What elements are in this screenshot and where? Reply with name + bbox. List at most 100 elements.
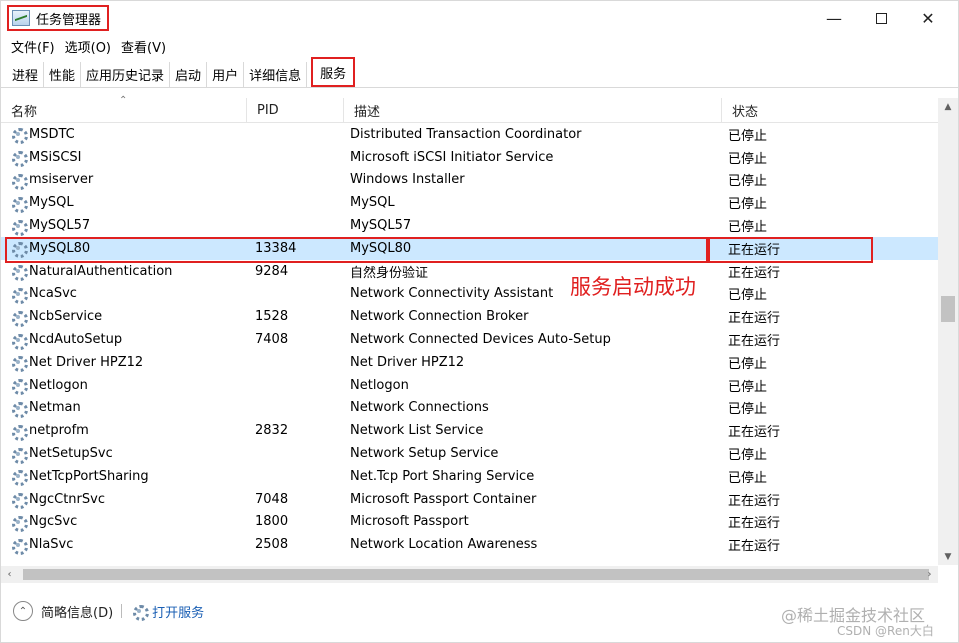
table-row[interactable]: MSDTC Distributed Transaction Coordinator… [1,123,938,146]
table-row[interactable]: msiserver Windows Installer 已停止 [1,169,938,192]
tab-processes[interactable]: 进程 [7,62,45,87]
table-row[interactable]: NcbService 1528 Network Connection Broker 正… [1,305,938,328]
task-manager-window: 任务管理器 — ✕ 文件(F) 选项(O) 查看(V) 进程 性能 应用历史记录… [0,0,959,643]
fewer-details-link[interactable]: 简略信息(D) [41,602,113,621]
table-row[interactable]: netprofm 2832 Network List Service 正在运行 [1,419,938,442]
service-pid [247,351,344,374]
column-status[interactable]: 状态 [722,98,938,123]
table-row[interactable]: NcdAutoSetup 7408 Network Connected Device… [1,328,938,351]
watermark-csdn: CSDN @Ren大白 [837,624,934,638]
column-pid[interactable]: PID [247,98,344,123]
chevron-up-icon[interactable]: ⌃ [13,601,33,621]
service-name: msiserver [29,172,94,188]
service-pid: 7408 [255,332,289,348]
service-name: NcaSvc [29,286,77,302]
services-gear-icon [132,604,150,621]
maximize-icon [875,12,887,24]
table-row[interactable]: MySQL57 MySQL57 已停止 [1,214,938,237]
vertical-scroll-thumb[interactable] [941,296,955,322]
service-gear-icon [11,515,28,532]
tab-performance[interactable]: 性能 [44,62,82,87]
service-name-cell: NgcSvc [1,511,247,534]
table-row[interactable]: Netman Network Connections 已停止 [1,397,938,420]
service-description: MySQL57 [350,218,412,234]
table-row[interactable]: MySQL MySQL 已停止 [1,191,938,214]
table-row[interactable]: NetSetupSvc Network Setup Service 已停止 [1,442,938,465]
table-row[interactable]: MSiSCSI Microsoft iSCSI Initiator Service… [1,146,938,169]
scroll-right-arrow-icon[interactable]: › [921,566,938,583]
table-row[interactable]: Net Driver HPZ12 Net Driver HPZ12 已停止 [1,351,938,374]
service-name: NetTcpPortSharing [29,468,149,484]
service-pid [247,123,344,146]
service-status: 正在运行 [728,539,781,555]
table-row[interactable]: NlaSvc 2508 Network Location Awareness 正在运行 [1,533,938,556]
service-description: Network List Service [350,423,484,439]
table-row[interactable]: NaturalAuthentication 9284 自然身份验证 正在运行 [1,260,938,283]
close-button[interactable]: ✕ [905,1,951,35]
column-description[interactable]: 描述 [344,98,722,123]
service-name-cell: NcaSvc [1,283,247,306]
service-description: Distributed Transaction Coordinator [350,126,582,142]
service-name-cell: NgcCtnrSvc [1,488,247,511]
menu-view[interactable]: 查看(V) [121,37,166,56]
minimize-button[interactable]: — [811,1,857,35]
footer-separator [121,604,123,618]
services-list: 名称 ⌃ PID 描述 状态 MSDTC Distributed Transact… [1,95,958,566]
service-pid: 1800 [255,514,289,530]
service-pid [247,146,344,169]
list-header: 名称 ⌃ PID 描述 状态 [1,95,938,123]
vertical-scrollbar[interactable]: ▲ ▼ [938,98,958,565]
table-row[interactable]: NgcSvc 1800 Microsoft Passport 正在运行 [1,511,938,534]
menu-options[interactable]: 选项(O) [65,37,111,56]
service-pid [247,442,344,465]
service-name: Net Driver HPZ12 [29,354,144,370]
service-name: NgcCtnrSvc [29,491,105,507]
service-gear-icon [11,333,28,350]
horizontal-scroll-thumb[interactable] [23,569,929,580]
tab-services[interactable]: 服务 [311,57,356,87]
scroll-left-arrow-icon[interactable]: ‹ [1,566,18,583]
scroll-up-arrow-icon[interactable]: ▲ [938,98,958,115]
menu-bar: 文件(F) 选项(O) 查看(V) [1,35,958,57]
service-gear-icon [11,173,28,190]
table-row[interactable]: NetTcpPortSharing Net.Tcp Port Sharing Se… [1,465,938,488]
service-pid: 1528 [255,309,289,325]
service-status: 正在运行 [728,493,781,509]
table-row[interactable]: NcaSvc Network Connectivity Assistant 已停止 [1,283,938,306]
table-row[interactable]: Netlogon Netlogon 已停止 [1,374,938,397]
service-name-cell: MSiSCSI [1,146,247,169]
open-services-link[interactable]: 打开服务 [132,602,204,621]
tab-bar: 进程 性能 应用历史记录 启动 用户 详细信息 服务 [1,57,958,88]
service-status: 正在运行 [728,265,781,281]
maximize-button[interactable] [858,1,904,35]
service-status: 正在运行 [728,311,781,327]
menu-file[interactable]: 文件(F) [11,37,55,56]
title-highlight: 任务管理器 [7,5,109,31]
service-pid [247,397,344,420]
close-icon: ✕ [921,8,935,28]
service-status: 正在运行 [728,334,781,350]
service-name: Netlogon [29,377,88,393]
service-pid: 2832 [255,423,289,439]
tab-details[interactable]: 详细信息 [244,62,308,87]
service-gear-icon [11,150,28,168]
service-status: 正在运行 [728,516,781,532]
tab-startup[interactable]: 启动 [170,62,208,87]
service-status: 已停止 [728,356,768,372]
service-gear-icon [11,310,28,327]
service-description: Network Connected Devices Auto-Setup [350,332,611,348]
service-status: 已停止 [728,151,768,167]
service-gear-icon [11,469,28,487]
tab-app-history[interactable]: 应用历史记录 [81,62,171,87]
tab-users[interactable]: 用户 [207,62,245,87]
service-name: NlaSvc [29,537,74,553]
service-name: MSiSCSI [29,149,82,165]
service-pid: 2508 [255,537,289,553]
service-name: NgcSvc [29,514,78,530]
service-name: NcdAutoSetup [29,332,123,348]
column-name[interactable]: 名称 ⌃ [1,95,247,123]
table-row[interactable]: NgcCtnrSvc 7048 Microsoft Passport Contain… [1,488,938,511]
service-description: Net.Tcp Port Sharing Service [350,468,535,484]
scroll-down-arrow-icon[interactable]: ▼ [938,548,958,565]
horizontal-scrollbar[interactable]: ‹ › [1,566,938,583]
